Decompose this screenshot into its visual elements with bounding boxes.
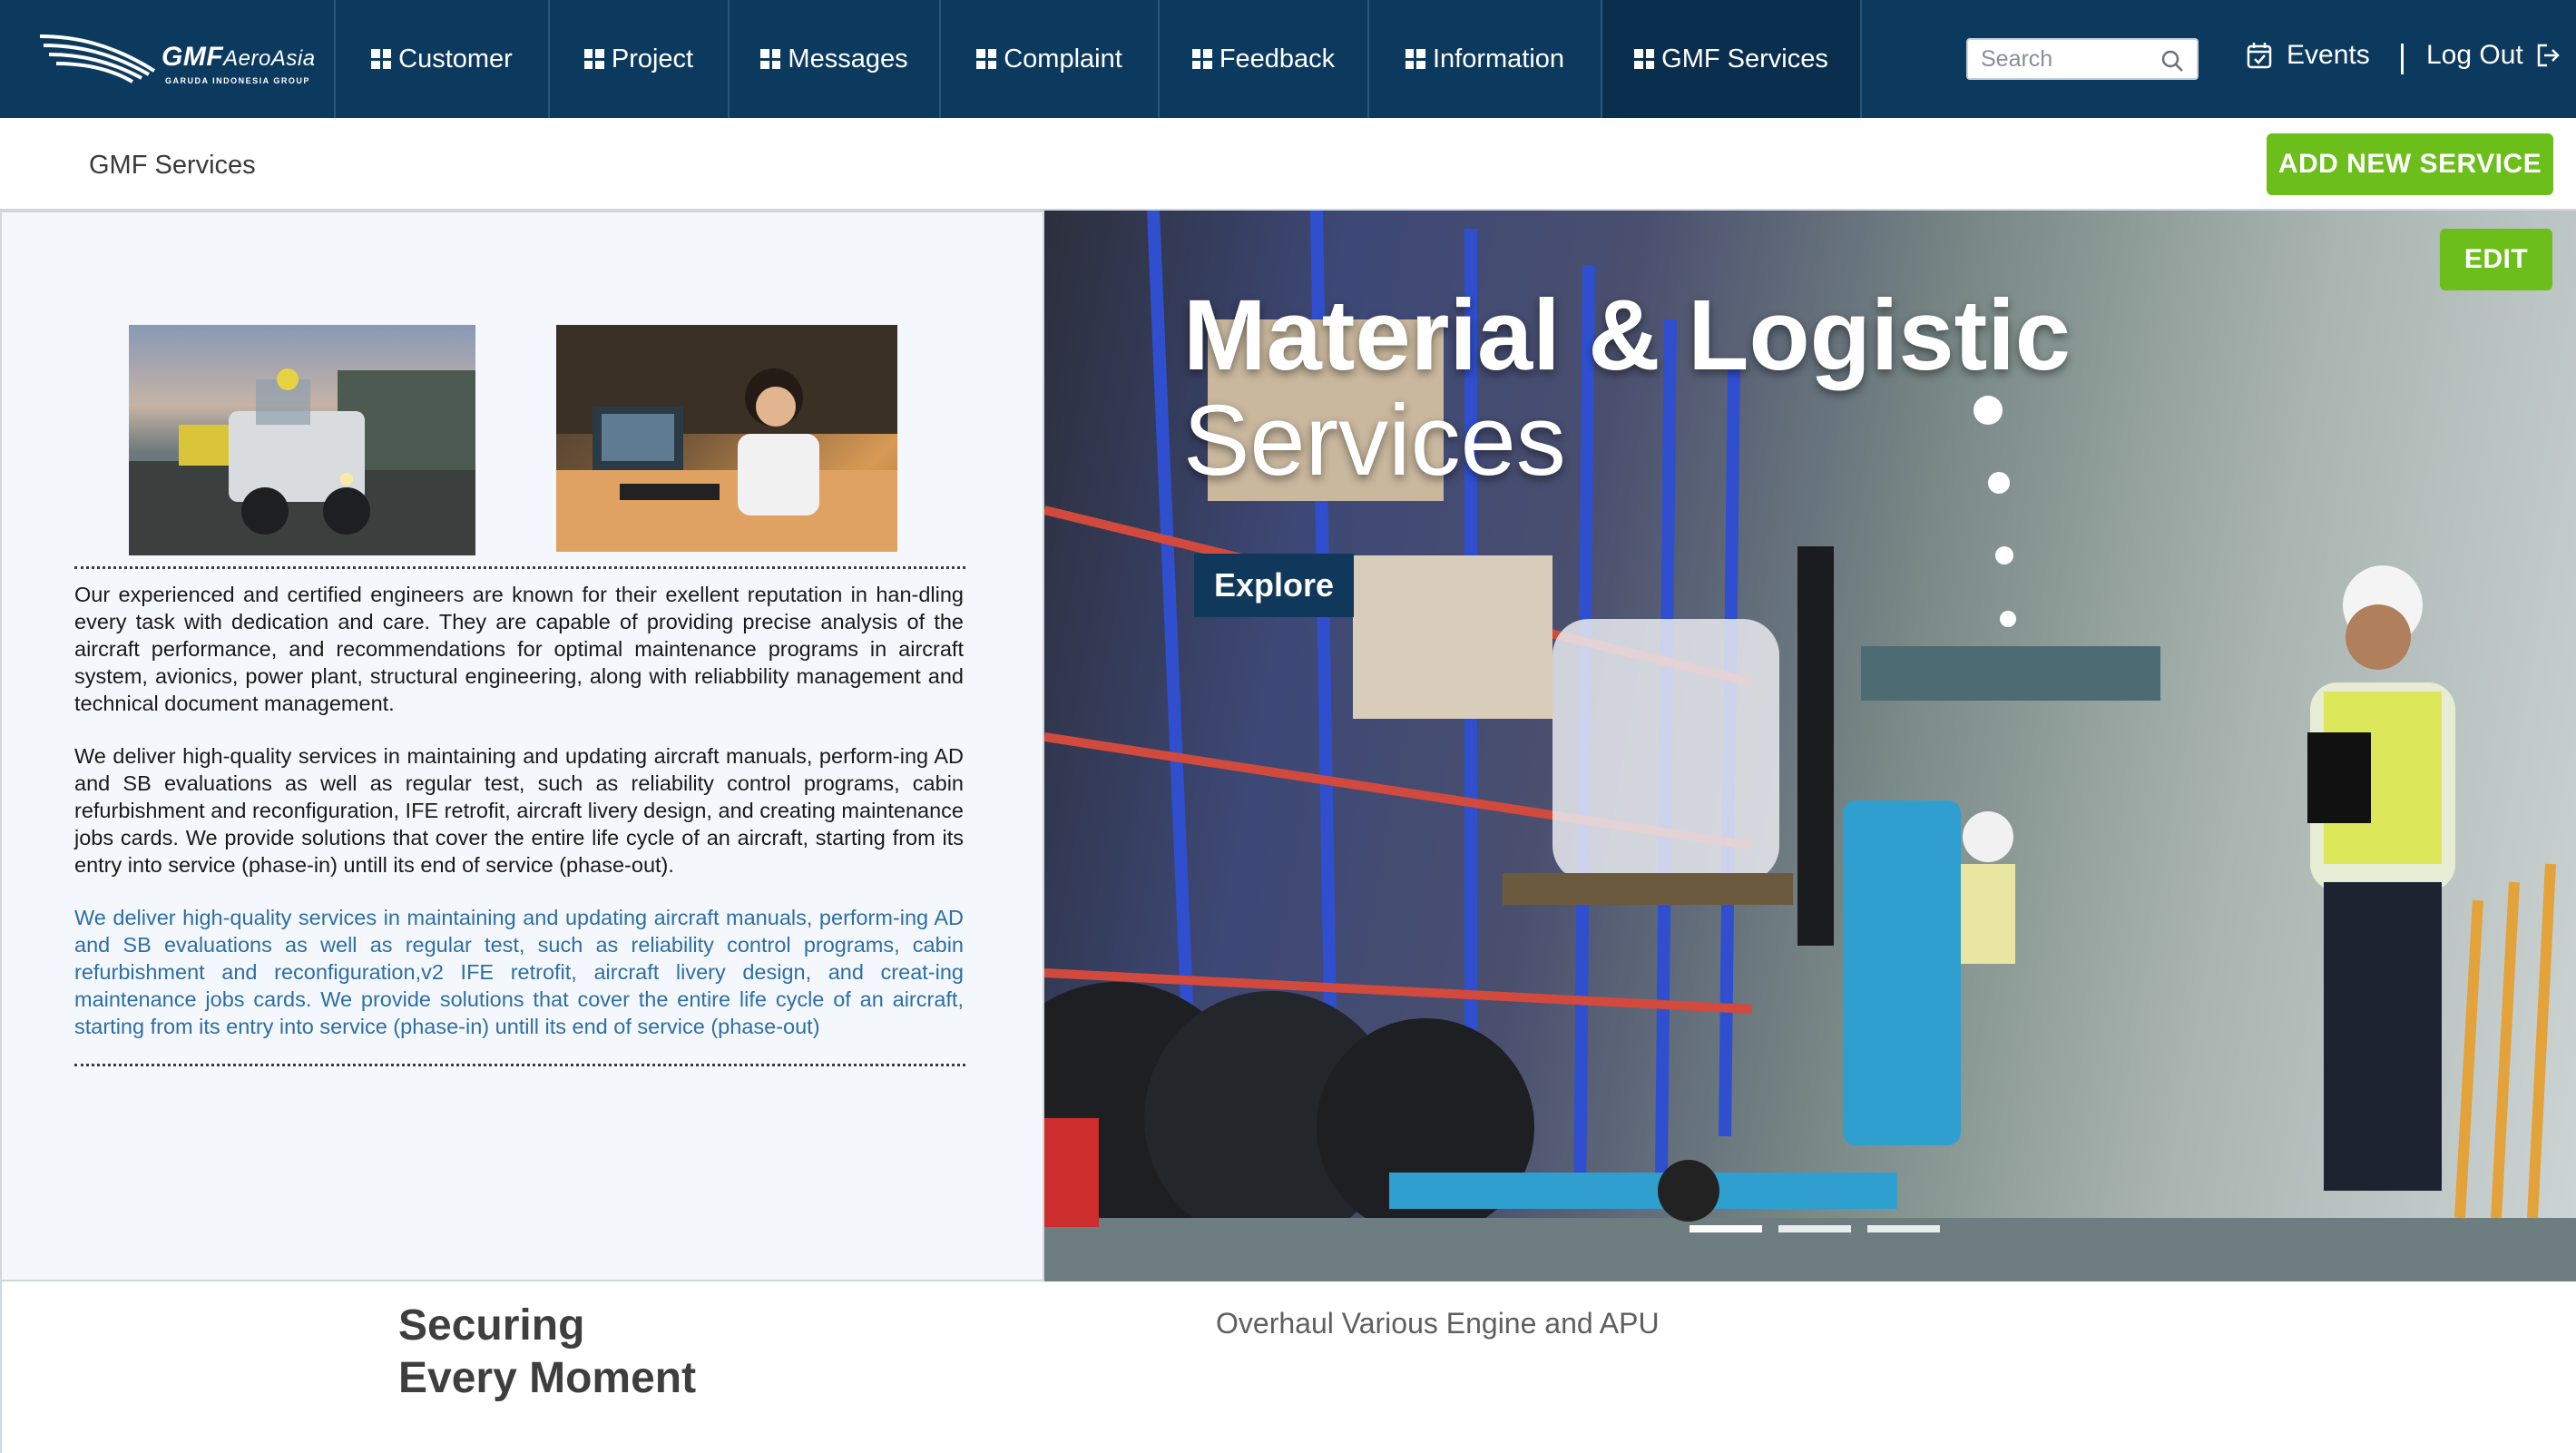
nav-item-label: Feedback bbox=[1219, 44, 1336, 74]
nav-item-complaint[interactable]: Complaint bbox=[941, 0, 1160, 118]
nav-item-messages[interactable]: Messages bbox=[730, 0, 941, 118]
carousel-dot[interactable] bbox=[1867, 1225, 1940, 1232]
page-title: GMF Services bbox=[89, 151, 256, 180]
grid-icon bbox=[1191, 49, 1212, 69]
logo-subtitle: GARUDA INDONESIA GROUP bbox=[165, 76, 310, 85]
grid-icon bbox=[976, 49, 997, 69]
gmf-logo[interactable]: GMFAeroAsia GARUDA INDONESIA GROUP bbox=[0, 0, 336, 118]
nav-item-project[interactable]: Project bbox=[550, 0, 730, 118]
tow-tractor-photo bbox=[129, 325, 475, 555]
nav-item-label: Customer bbox=[398, 44, 513, 74]
nav-item-customer[interactable]: Customer bbox=[336, 0, 550, 118]
description-paragraph: We deliver high-quality services in main… bbox=[74, 744, 964, 877]
logo-brand: GMFAeroAsia bbox=[162, 42, 316, 72]
carousel-indicators bbox=[1690, 1225, 1940, 1232]
nav-divider bbox=[2401, 44, 2404, 74]
engineer-workstation-photo bbox=[556, 325, 897, 552]
search-icon[interactable] bbox=[2160, 49, 2184, 73]
description-paragraph: Our experienced and certified engineers … bbox=[74, 583, 964, 715]
section-tagline: Securing Every Moment bbox=[398, 1300, 696, 1405]
nav-item-label: GMF Services bbox=[1661, 44, 1828, 74]
nav-item-label: Complaint bbox=[1004, 44, 1122, 74]
carousel-dot[interactable] bbox=[1778, 1225, 1851, 1232]
hero-carousel: Material & Logistic Services Explore EDI… bbox=[1044, 211, 2576, 1281]
grid-icon bbox=[1405, 49, 1425, 69]
gmf-swoosh-icon bbox=[39, 34, 156, 83]
nav-item-gmf-services[interactable]: GMF Services bbox=[1602, 0, 1862, 118]
service-description-panel: Our experienced and certified engineers … bbox=[0, 211, 1044, 1281]
search-box bbox=[1966, 38, 2199, 80]
add-new-service-button[interactable]: ADD NEW SERVICE bbox=[2267, 133, 2553, 195]
hero-title: Material & Logistic Services bbox=[1183, 283, 2071, 494]
top-navigation: GMFAeroAsia GARUDA INDONESIA GROUP Custo… bbox=[0, 0, 2576, 118]
nav-item-label: Information bbox=[1432, 44, 1565, 74]
services-section: Securing Every Moment Overhaul Various E… bbox=[0, 1281, 2576, 1453]
grid-icon bbox=[371, 49, 392, 69]
logout-icon bbox=[2537, 44, 2560, 67]
events-label: Events bbox=[2287, 40, 2370, 70]
logout-link[interactable]: Log Out bbox=[2426, 40, 2560, 71]
page-subheader: GMF Services ADD NEW SERVICE bbox=[0, 118, 2576, 211]
description-paragraph-highlight: We deliver high-quality services in main… bbox=[74, 906, 964, 1038]
edit-button[interactable]: EDIT bbox=[2440, 229, 2552, 290]
hero-title-line1: Material & Logistic bbox=[1183, 280, 2071, 391]
nav-item-label: Messages bbox=[788, 44, 908, 74]
nav-item-label: Project bbox=[611, 44, 694, 74]
grid-icon bbox=[760, 49, 781, 69]
tagline-line2: Every Moment bbox=[398, 1354, 697, 1402]
logout-label: Log Out bbox=[2426, 40, 2523, 70]
hero-title-line2: Services bbox=[1183, 385, 1566, 496]
calendar-icon bbox=[2247, 43, 2272, 69]
grid-icon bbox=[583, 49, 604, 69]
explore-button[interactable]: Explore bbox=[1194, 554, 1354, 617]
service-list-item[interactable]: Overhaul Various Engine and APU bbox=[1216, 1307, 1660, 1340]
nav-item-information[interactable]: Information bbox=[1369, 0, 1602, 118]
dotted-divider bbox=[74, 566, 965, 569]
events-link[interactable]: Events bbox=[2247, 40, 2370, 71]
carousel-dot[interactable] bbox=[1690, 1225, 1762, 1232]
dotted-divider bbox=[74, 1064, 965, 1066]
tagline-line1: Securing bbox=[398, 1301, 585, 1350]
search-input[interactable] bbox=[1979, 40, 2164, 78]
grid-icon bbox=[1634, 49, 1655, 69]
nav-item-feedback[interactable]: Feedback bbox=[1160, 0, 1369, 118]
